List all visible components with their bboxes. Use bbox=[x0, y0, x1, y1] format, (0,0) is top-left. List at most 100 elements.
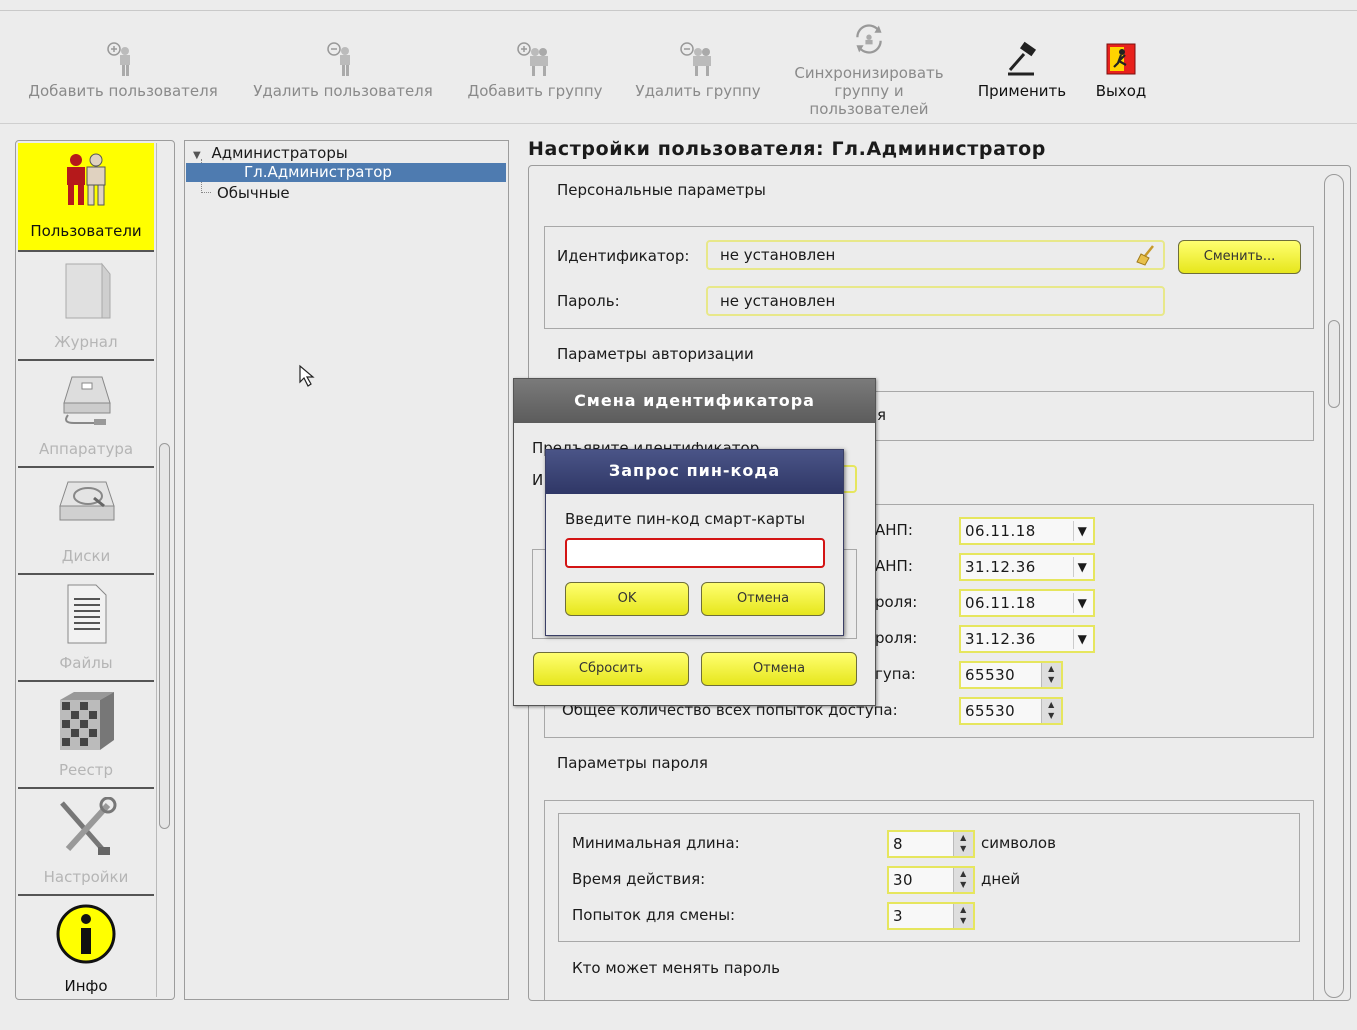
delete-user-button[interactable]: Удалить пользователя bbox=[245, 40, 441, 100]
sync-button[interactable]: Синхронизировать группу и пользователей bbox=[786, 22, 952, 118]
tree-node-administrators[interactable]: ▼ Администраторы bbox=[193, 143, 348, 163]
access-row-label: АНП: bbox=[875, 557, 913, 575]
toolbar: Добавить пользователя Удалить пользовате… bbox=[0, 12, 1357, 124]
sidebar-item-journal[interactable]: Журнал bbox=[18, 254, 154, 361]
validity-label: Время действия: bbox=[572, 870, 706, 888]
settings-scrollbar[interactable] bbox=[1324, 174, 1344, 998]
users-icon bbox=[67, 153, 106, 206]
min-length-label: Минимальная длина: bbox=[572, 834, 740, 852]
user-tree: ▼ Администраторы Гл.Администратор Обычны… bbox=[184, 140, 509, 1000]
dropdown-arrow-icon[interactable]: ▼ bbox=[1073, 557, 1091, 577]
change-attempts-spinner[interactable]: 3 ▲ ▼ bbox=[887, 902, 975, 930]
group-password-limits: Минимальная длина: 8 ▲ ▼ символов Время де… bbox=[558, 813, 1300, 942]
sidebar-label-hardware: Аппаратура bbox=[38, 440, 134, 458]
change-attempts-label: Попыток для смены: bbox=[572, 906, 736, 924]
who-can-change-label: Кто может менять пароль bbox=[572, 959, 780, 977]
spinner-value: 65530 bbox=[965, 702, 1016, 720]
sidebar-item-hardware[interactable]: Аппаратура bbox=[18, 361, 154, 468]
tree-connector-h2 bbox=[201, 185, 211, 193]
add-user-button[interactable]: Добавить пользователя bbox=[22, 40, 224, 100]
date-value: 31.12.36 bbox=[965, 630, 1036, 648]
dropdown-arrow-icon[interactable]: ▼ bbox=[1073, 521, 1091, 541]
registry-icon bbox=[60, 692, 114, 750]
sidebar-item-info[interactable]: Инфо bbox=[18, 896, 154, 999]
access-row-label: гупа: bbox=[875, 665, 916, 683]
date-combo[interactable]: 31.12.36 ▼ bbox=[959, 625, 1095, 653]
min-length-spinner[interactable]: 8 ▲ ▼ bbox=[887, 830, 975, 858]
password-label: Пароль: bbox=[557, 292, 620, 310]
date-combo[interactable]: 31.12.36 ▼ bbox=[959, 553, 1095, 581]
spinner-value: 65530 bbox=[965, 666, 1016, 684]
pin-prompt: Введите пин-код смарт-карты bbox=[565, 510, 806, 528]
validity-spinner[interactable]: 30 ▲ ▼ bbox=[887, 866, 975, 894]
clear-broom-icon[interactable] bbox=[1135, 244, 1157, 266]
sync-label-line3: пользователей bbox=[809, 100, 929, 118]
reset-button[interactable]: Сбросить bbox=[533, 652, 689, 686]
apply-button[interactable]: Применить bbox=[970, 40, 1074, 100]
spinner-arrows-icon[interactable]: ▲ ▼ bbox=[953, 832, 973, 856]
id-label: Идентификатор: bbox=[557, 247, 690, 265]
date-value: 06.11.18 bbox=[965, 594, 1036, 612]
settings-scroll-thumb[interactable] bbox=[1328, 320, 1340, 408]
password-field[interactable]: не установлен bbox=[706, 286, 1165, 316]
add-group-label: Добавить группу bbox=[467, 82, 603, 100]
total-attempts-spinner[interactable]: 65530 ▲ ▼ bbox=[959, 697, 1063, 725]
date-value: 06.11.18 bbox=[965, 522, 1036, 540]
add-user-icon bbox=[107, 42, 130, 76]
spinner-arrows-icon[interactable]: ▲ ▼ bbox=[1041, 699, 1061, 723]
change-id-button[interactable]: Сменить... bbox=[1178, 240, 1301, 274]
change-id-cancel-button[interactable]: Отмена bbox=[701, 652, 857, 686]
sync-label-line1: Синхронизировать bbox=[794, 64, 944, 82]
sidebar-item-files[interactable]: Файлы bbox=[18, 575, 154, 682]
pin-cancel-button[interactable]: Отмена bbox=[701, 582, 825, 616]
spinner-arrows-icon[interactable]: ▲ ▼ bbox=[953, 868, 973, 892]
date-combo[interactable]: 06.11.18 ▼ bbox=[959, 589, 1095, 617]
sidebar-item-disks[interactable]: Диски bbox=[18, 468, 154, 575]
tree-node-chief-admin[interactable]: Гл.Администратор bbox=[186, 163, 506, 182]
pin-ok-label: OK bbox=[617, 591, 637, 606]
sidebar: Пользователи Журнал Аппаратура Диски Фай… bbox=[15, 140, 175, 1000]
exit-label: Выход bbox=[1095, 82, 1147, 100]
group-password-params: Минимальная длина: 8 ▲ ▼ символов Время де… bbox=[544, 800, 1314, 1000]
sidebar-item-settings[interactable]: Настройки bbox=[18, 789, 154, 896]
spinner-value: 30 bbox=[893, 871, 914, 889]
delete-group-label: Удалить группу bbox=[635, 82, 761, 100]
reset-label: Сбросить bbox=[578, 661, 644, 676]
id-field[interactable]: не установлен bbox=[706, 240, 1165, 270]
attempts-spinner[interactable]: 65530 ▲ ▼ bbox=[959, 661, 1063, 689]
exit-button[interactable]: Выход bbox=[1092, 40, 1150, 100]
tree-label-regular: Обычные bbox=[217, 184, 290, 202]
sidebar-label-users: Пользователи bbox=[30, 222, 142, 240]
access-row-label: роля: bbox=[875, 629, 918, 647]
mouse-cursor-icon bbox=[299, 364, 315, 387]
spinner-arrows-icon[interactable]: ▲ ▼ bbox=[953, 904, 973, 928]
spinner-arrows-icon[interactable]: ▲ ▼ bbox=[1041, 663, 1061, 687]
sidebar-scrollbar[interactable] bbox=[156, 143, 172, 997]
sidebar-label-registry: Реестр bbox=[58, 761, 113, 779]
access-row-label: АНП: bbox=[875, 521, 913, 539]
change-id-label: Сменить... bbox=[1203, 249, 1276, 264]
sidebar-scroll-thumb[interactable] bbox=[159, 443, 170, 829]
pin-dialog: Запрос пин-кода Введите пин-код смарт-ка… bbox=[545, 449, 844, 636]
delete-group-button[interactable]: Удалить группу bbox=[629, 40, 767, 100]
apply-label: Применить bbox=[977, 82, 1067, 100]
gavel-icon bbox=[1008, 41, 1037, 76]
sidebar-item-users[interactable]: Пользователи bbox=[18, 143, 154, 252]
add-group-button[interactable]: Добавить группу bbox=[461, 40, 609, 100]
sidebar-item-registry[interactable]: Реестр bbox=[18, 682, 154, 789]
file-icon bbox=[67, 584, 107, 644]
date-combo[interactable]: 06.11.18 ▼ bbox=[959, 517, 1095, 545]
expand-arrow-icon[interactable]: ▼ bbox=[193, 150, 201, 161]
add-group-icon bbox=[517, 42, 548, 76]
journal-icon bbox=[65, 262, 111, 319]
tree-node-regular[interactable]: Обычные bbox=[217, 183, 290, 203]
pin-cancel-label: Отмена bbox=[736, 591, 790, 606]
spinner-value: 3 bbox=[893, 907, 904, 925]
delete-group-icon bbox=[680, 42, 711, 76]
sync-icon bbox=[856, 24, 882, 54]
pin-ok-button[interactable]: OK bbox=[565, 582, 689, 616]
pin-input[interactable] bbox=[565, 538, 825, 568]
dropdown-arrow-icon[interactable]: ▼ bbox=[1073, 629, 1091, 649]
dropdown-arrow-icon[interactable]: ▼ bbox=[1073, 593, 1091, 613]
password-value: не установлен bbox=[720, 292, 836, 310]
